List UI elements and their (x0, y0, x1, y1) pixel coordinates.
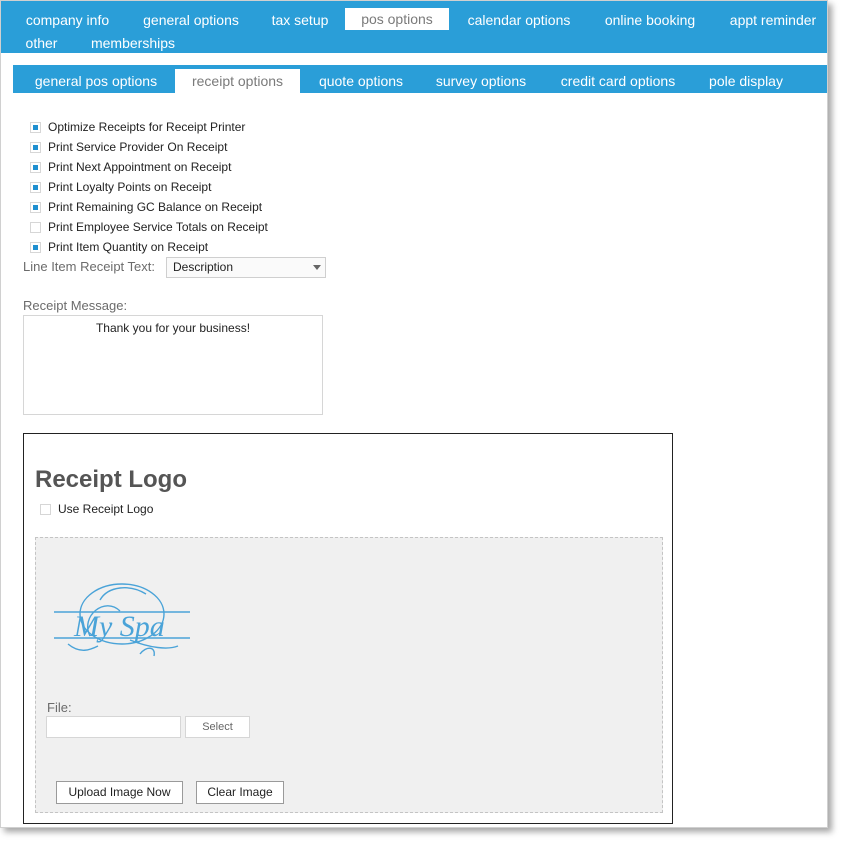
print-gc-balance-checkbox[interactable] (30, 201, 41, 213)
print-loyalty-points-option[interactable]: Print Loyalty Points on Receipt (30, 179, 211, 195)
use-receipt-logo-checkbox[interactable] (40, 503, 51, 515)
settings-window: company info general options tax setup p… (0, 0, 828, 828)
tab-tax-setup[interactable]: tax setup (259, 9, 341, 31)
print-service-provider-option[interactable]: Print Service Provider On Receipt (30, 139, 227, 155)
checkbox-label: Print Employee Service Totals on Receipt (48, 220, 268, 234)
checkbox-label: Print Loyalty Points on Receipt (48, 180, 212, 194)
tab-other[interactable]: other (15, 32, 68, 54)
print-gc-balance-option[interactable]: Print Remaining GC Balance on Receipt (30, 199, 262, 215)
print-item-quantity-checkbox[interactable] (30, 241, 41, 253)
subtab-receipt-options[interactable]: receipt options (175, 69, 300, 93)
checkbox-label: Print Service Provider On Receipt (48, 140, 228, 154)
use-receipt-logo-option[interactable]: Use Receipt Logo (40, 502, 153, 516)
print-service-provider-checkbox[interactable] (30, 141, 41, 153)
my-spa-logo: My Spa (54, 583, 190, 657)
receipt-message-textarea[interactable]: Thank you for your business! (23, 315, 323, 415)
subtab-quote-options[interactable]: quote options (305, 69, 417, 93)
select-file-button[interactable]: Select (185, 716, 250, 738)
checkbox-label: Optimize Receipts for Receipt Printer (48, 120, 246, 134)
line-item-select[interactable]: Description (166, 257, 326, 278)
chevron-down-icon (313, 265, 321, 270)
print-loyalty-points-checkbox[interactable] (30, 181, 41, 193)
upload-image-button[interactable]: Upload Image Now (56, 781, 183, 804)
checkbox-label: Print Item Quantity on Receipt (48, 240, 209, 254)
tab-pos-options[interactable]: pos options (345, 8, 449, 30)
receipt-logo-title: Receipt Logo (35, 466, 188, 493)
logo-text: My Spa (73, 610, 165, 643)
receipt-logo-panel: Receipt Logo Use Receipt Logo My Spa Fil… (23, 433, 673, 824)
file-label: File: (47, 700, 72, 715)
print-employee-totals-checkbox[interactable] (30, 221, 41, 233)
subtab-general-pos-options[interactable]: general pos options (21, 69, 171, 93)
optimize-receipts-option[interactable]: Optimize Receipts for Receipt Printer (30, 119, 245, 135)
file-input[interactable] (46, 716, 181, 738)
tab-calendar-options[interactable]: calendar options (455, 9, 583, 31)
tab-general-options[interactable]: general options (129, 9, 253, 31)
use-receipt-logo-label: Use Receipt Logo (58, 502, 154, 516)
tab-memberships[interactable]: memberships (81, 32, 185, 54)
print-next-appointment-checkbox[interactable] (30, 161, 41, 173)
subtab-pole-display[interactable]: pole display (697, 69, 795, 93)
print-next-appointment-option[interactable]: Print Next Appointment on Receipt (30, 159, 231, 175)
logo-dropzone[interactable]: My Spa File: Select Upload Image Now Cle… (35, 537, 663, 813)
checkbox-label: Print Remaining GC Balance on Receipt (48, 200, 263, 214)
optimize-receipts-checkbox[interactable] (30, 121, 41, 133)
line-item-label: Line Item Receipt Text: (23, 259, 155, 274)
line-item-value: Description (173, 260, 234, 274)
sub-nav: general pos options receipt options quot… (13, 65, 827, 93)
tab-appt-reminder[interactable]: appt reminder (717, 9, 827, 31)
subtab-credit-card-options[interactable]: credit card options (548, 69, 688, 93)
tab-online-booking[interactable]: online booking (591, 9, 709, 31)
checkbox-label: Print Next Appointment on Receipt (48, 160, 232, 174)
receipt-message-label: Receipt Message: (23, 298, 128, 313)
tab-company-info[interactable]: company info (11, 9, 124, 31)
clear-image-button[interactable]: Clear Image (196, 781, 284, 804)
top-nav: company info general options tax setup p… (1, 1, 827, 54)
print-item-quantity-option[interactable]: Print Item Quantity on Receipt (30, 239, 208, 255)
print-employee-totals-option[interactable]: Print Employee Service Totals on Receipt (30, 219, 268, 235)
subtab-survey-options[interactable]: survey options (425, 69, 537, 93)
